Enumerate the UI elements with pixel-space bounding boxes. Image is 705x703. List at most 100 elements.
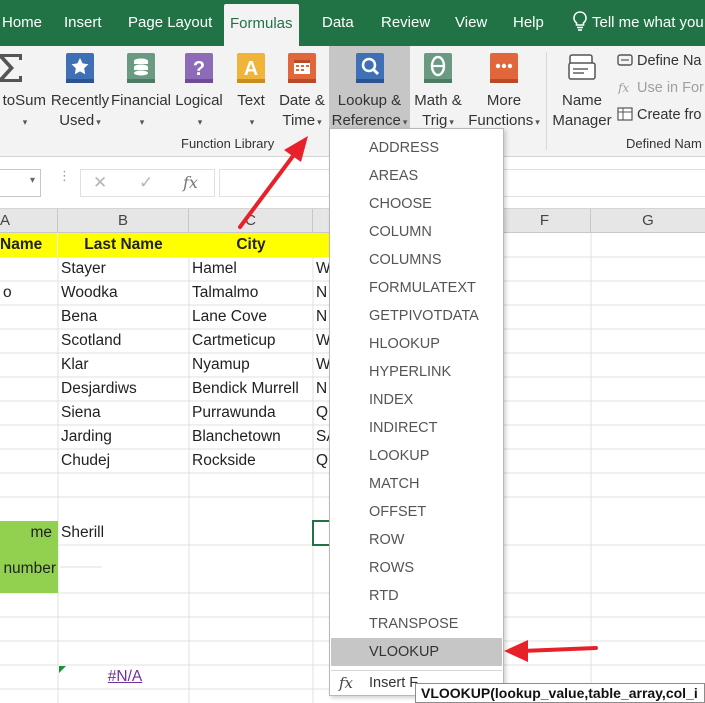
menu-item-offset[interactable]: OFFSET: [331, 498, 502, 526]
menu-item-address[interactable]: ADDRESS: [331, 134, 502, 162]
menu-item-indirect[interactable]: INDIRECT: [331, 414, 502, 442]
menu-item-lookup[interactable]: LOOKUP: [331, 442, 502, 470]
chevron-down-icon: ▾: [197, 117, 203, 127]
table-cell[interactable]: Hamel: [189, 257, 313, 281]
tell-me-text: Tell me what you: [592, 14, 704, 31]
tab-review[interactable]: Review: [381, 0, 430, 46]
table-cell[interactable]: Klar: [58, 353, 189, 377]
more-dots-book-icon: [490, 53, 518, 83]
define-name-label: Define Na: [637, 53, 702, 69]
menu-item-areas[interactable]: AREAS: [331, 162, 502, 190]
lookup-value-cell[interactable]: Sherill: [58, 521, 189, 545]
chevron-down-icon: ▾: [139, 117, 145, 127]
menu-item-row[interactable]: ROW: [331, 526, 502, 554]
menu-item-choose[interactable]: CHOOSE: [331, 190, 502, 218]
autosum-label: toSum: [2, 92, 46, 109]
table-cell[interactable]: Lane Cove: [189, 305, 313, 329]
chevron-down-icon: ▾: [449, 117, 454, 127]
table-cell[interactable]: [0, 257, 58, 281]
tab-insert[interactable]: Insert: [64, 0, 102, 46]
tab-home[interactable]: Home: [2, 0, 42, 46]
tab-help[interactable]: Help: [513, 0, 544, 46]
name-manager-label-2: Manager: [552, 112, 612, 129]
menu-item-index[interactable]: INDEX: [331, 386, 502, 414]
tab-formulas[interactable]: Formulas: [224, 4, 299, 46]
table-cell[interactable]: Purrawunda: [189, 401, 313, 425]
resize-dots-icon: ⋮: [58, 168, 71, 183]
theta-book-icon: [424, 53, 452, 83]
insert-function-fx-icon[interactable]: fx: [183, 173, 198, 192]
text-label: Text: [237, 92, 265, 109]
table-cell[interactable]: Rockside: [189, 449, 313, 473]
table-cell[interactable]: Jarding: [58, 425, 189, 449]
menu-item-rtd[interactable]: RTD: [331, 582, 502, 610]
math-trig-label-2: Trig: [422, 112, 448, 129]
use-in-formula-label: Use in For: [637, 80, 704, 96]
financial-label: Financial: [110, 92, 172, 109]
menu-item-rows[interactable]: ROWS: [331, 554, 502, 582]
math-trig-button[interactable]: Math & Trig ▾: [410, 46, 466, 134]
vlookup-tooltip: VLOOKUP(lookup_value,table_array,col_i: [415, 683, 705, 703]
text-a-book-icon: A: [237, 53, 265, 83]
table-cell[interactable]: Talmalmo: [189, 281, 313, 305]
table-cell[interactable]: Nyamup: [189, 353, 313, 377]
create-from-selection-button[interactable]: Create fro: [617, 104, 701, 126]
date-time-label-2: Time: [282, 112, 316, 129]
table-cell[interactable]: Chudej: [58, 449, 189, 473]
table-cell[interactable]: Stayer: [58, 257, 189, 281]
enter-check-icon[interactable]: ✓: [139, 173, 153, 193]
name-manager-button[interactable]: Name Manager: [550, 46, 614, 134]
menu-item-columns[interactable]: COLUMNS: [331, 246, 502, 274]
tab-view[interactable]: View: [455, 0, 487, 46]
header-cell-last-name[interactable]: Last Name: [58, 233, 189, 257]
date-time-button[interactable]: Date & Time ▾: [275, 46, 329, 134]
table-cell[interactable]: o: [0, 281, 58, 305]
chevron-down-icon: ▾: [96, 117, 101, 127]
cell-divider: [60, 566, 102, 568]
lookup-reference-label-2: Reference: [331, 112, 401, 129]
define-name-button[interactable]: Define Na: [617, 50, 701, 72]
table-cell[interactable]: Bena: [58, 305, 189, 329]
text-button[interactable]: A Text ▾: [228, 46, 274, 134]
menu-item-hyperlink[interactable]: HYPERLINK: [331, 358, 502, 386]
menu-item-column[interactable]: COLUMN: [331, 218, 502, 246]
lookup-label-cell[interactable]: number: [0, 545, 58, 593]
table-cell[interactable]: Desjardiws: [58, 377, 189, 401]
autosum-button[interactable]: toSum ▾: [0, 46, 48, 134]
table-cell[interactable]: Woodka: [58, 281, 189, 305]
menu-item-match[interactable]: MATCH: [331, 470, 502, 498]
table-cell[interactable]: Siena: [58, 401, 189, 425]
name-box[interactable]: ▾: [0, 169, 41, 197]
tell-me-search[interactable]: Tell me what you: [572, 0, 704, 46]
header-cell-city[interactable]: City: [189, 233, 313, 257]
table-cell[interactable]: Cartmeticup: [189, 329, 313, 353]
recently-used-label-2: Used: [59, 112, 95, 129]
menu-item-formulatext[interactable]: FORMULATEXT: [331, 274, 502, 302]
chevron-down-icon: ▾: [535, 117, 540, 127]
error-value-cell[interactable]: #N/A: [58, 665, 189, 689]
star-book-icon: [66, 53, 94, 83]
cancel-icon[interactable]: ✕: [93, 173, 107, 193]
name-tags-icon: [568, 54, 596, 80]
tag-icon: [617, 54, 633, 66]
name-manager-label-1: Name: [561, 92, 602, 109]
financial-button[interactable]: Financial ▾: [110, 46, 172, 134]
header-cell-name[interactable]: Name: [0, 233, 57, 257]
tab-page-layout[interactable]: Page Layout: [128, 0, 212, 46]
logical-button[interactable]: ? Logical ▾: [172, 46, 226, 134]
menu-item-getpivotdata[interactable]: GETPIVOTDATA: [331, 302, 502, 330]
table-cell[interactable]: Blanchetown: [189, 425, 313, 449]
menu-item-vlookup[interactable]: VLOOKUP: [331, 638, 502, 666]
tab-data[interactable]: Data: [322, 0, 354, 46]
use-in-formula-button[interactable]: fx Use in For: [617, 77, 704, 99]
menu-item-hlookup[interactable]: HLOOKUP: [331, 330, 502, 358]
recently-used-button[interactable]: Recently Used ▾: [50, 46, 110, 134]
table-cell[interactable]: Bendick Murrell: [189, 377, 313, 401]
lookup-reference-dropdown: ADDRESS AREAS CHOOSE COLUMN COLUMNS FORM…: [329, 128, 504, 696]
menu-item-transpose[interactable]: TRANSPOSE: [331, 610, 502, 638]
more-functions-button[interactable]: More Functions ▾: [466, 46, 542, 134]
lookup-label-cell[interactable]: me: [0, 521, 58, 545]
more-functions-label-2: Functions: [468, 112, 534, 129]
lookup-reference-button[interactable]: Lookup & Reference ▾: [329, 46, 410, 134]
table-cell[interactable]: Scotland: [58, 329, 189, 353]
